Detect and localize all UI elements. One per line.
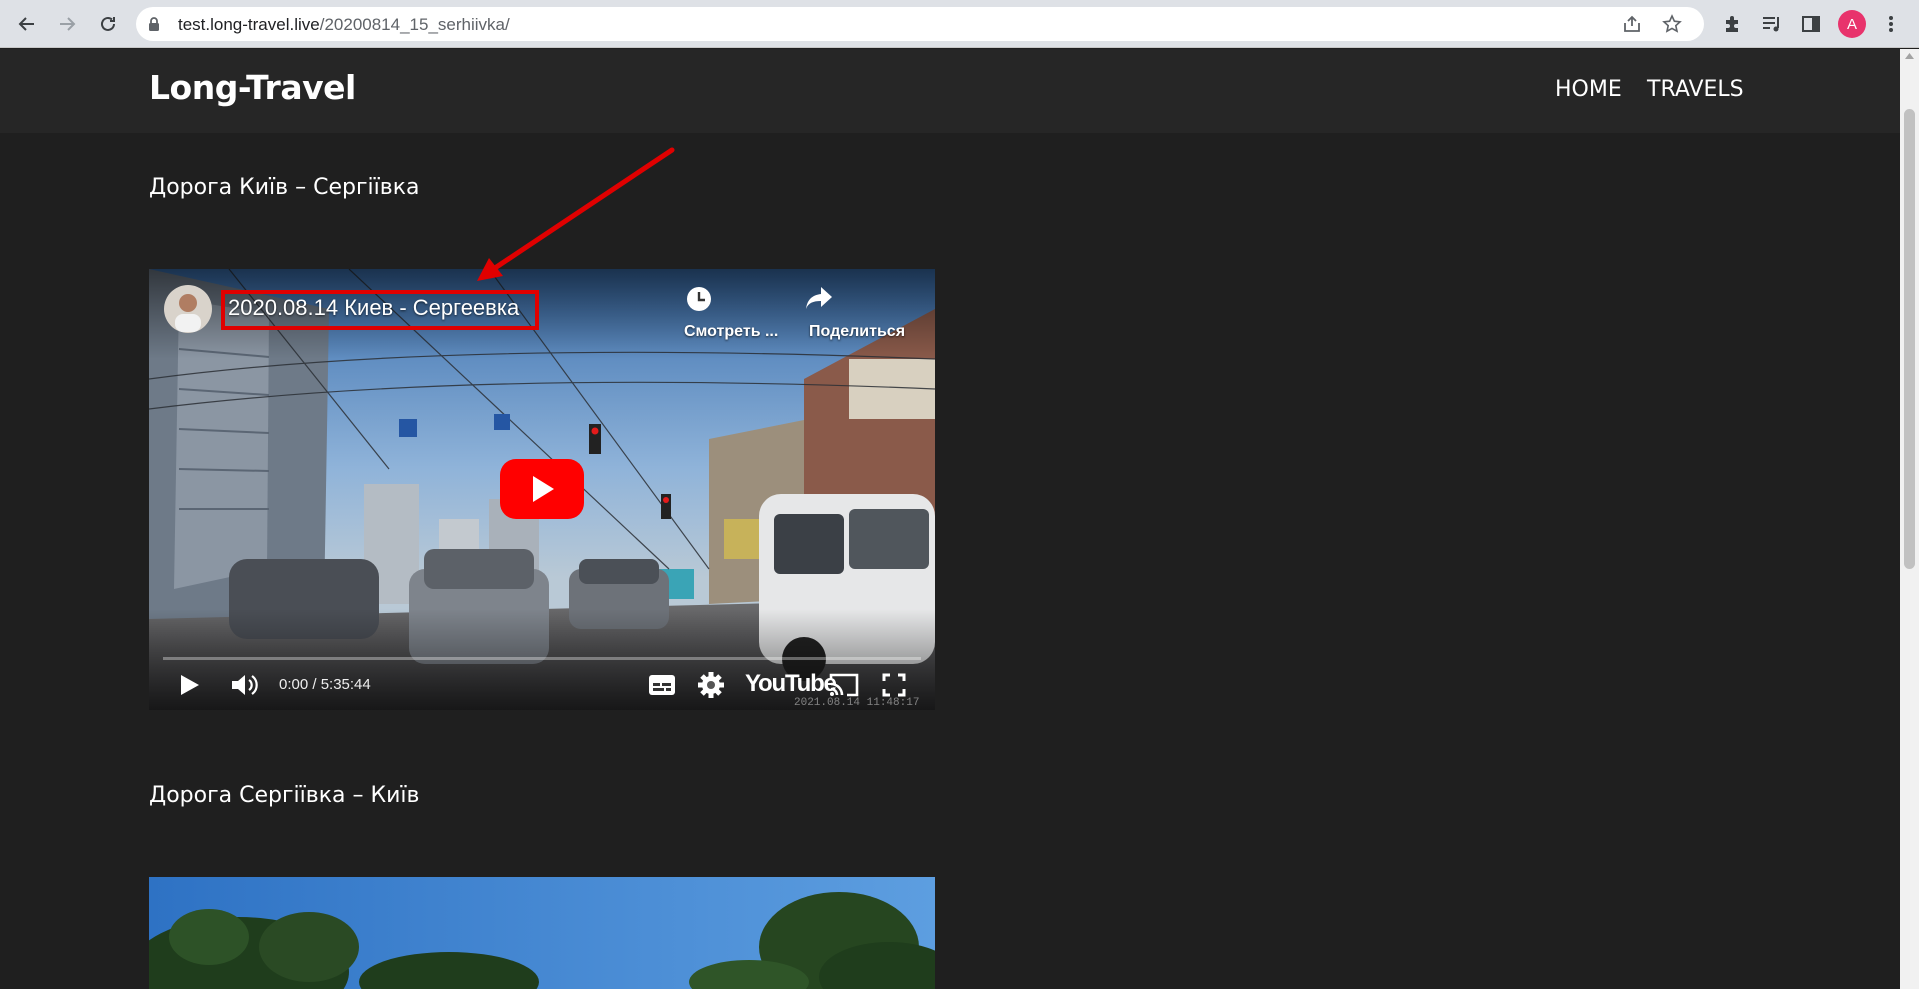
share-icon[interactable]: [804, 285, 834, 311]
site-title[interactable]: Long-Travel: [149, 68, 356, 107]
url-host: test.long-travel.live: [178, 15, 320, 34]
youtube-embed-2[interactable]: [149, 877, 935, 989]
nav-travels[interactable]: TRAVELS: [1647, 77, 1744, 102]
nav-home[interactable]: HOME: [1555, 77, 1622, 102]
bookmark-star-icon: [1662, 14, 1682, 33]
settings-gear-icon[interactable]: [697, 671, 725, 699]
side-panel-button[interactable]: [1797, 10, 1825, 38]
back-button[interactable]: [11, 8, 43, 40]
subtitles-icon[interactable]: [648, 674, 676, 696]
share-label[interactable]: Поделиться: [809, 323, 905, 341]
media-control-icon: [1763, 17, 1779, 32]
bookmark-button[interactable]: [1660, 13, 1684, 35]
url-text[interactable]: test.long-travel.live/20200814_15_serhii…: [178, 15, 510, 35]
clock-icon[interactable]: [685, 285, 713, 313]
scroll-thumb[interactable]: [1904, 109, 1915, 569]
section-title-1: Дорога Київ – Сергіївка: [149, 175, 420, 200]
reload-button[interactable]: [92, 8, 124, 40]
scroll-up-arrow-icon[interactable]: [1905, 53, 1914, 59]
media-control-button[interactable]: [1758, 10, 1786, 38]
share-page-icon: [1624, 15, 1640, 32]
side-panel-icon: [1802, 16, 1820, 32]
reload-icon: [101, 16, 115, 31]
menu-dots-icon: [1889, 16, 1893, 32]
youtube-logo[interactable]: YouTube: [745, 670, 837, 698]
youtube-embed-1[interactable]: 2020.08.14 Киев - Сергеевка Смотреть ...…: [149, 269, 935, 710]
extensions-icon: [1726, 16, 1738, 32]
page-scrollbar[interactable]: [1900, 49, 1919, 989]
dashcam-timestamp: 2021.08.14 11:48:17: [794, 697, 920, 709]
annotation-highlight-box: [221, 290, 539, 330]
play-icon[interactable]: [179, 673, 201, 697]
back-icon: [18, 17, 34, 31]
video-thumbnail-2: [149, 877, 935, 989]
volume-icon[interactable]: [230, 672, 260, 698]
watch-later-label[interactable]: Смотреть ...: [684, 323, 778, 341]
browser-menu-button[interactable]: [1877, 10, 1905, 38]
browser-toolbar: test.long-travel.live/20200814_15_serhii…: [0, 0, 1919, 48]
forward-icon: [60, 17, 76, 31]
site-header: Long-Travel HOME TRAVELS: [0, 49, 1900, 133]
lock-icon[interactable]: [148, 17, 160, 31]
forward-button[interactable]: [51, 8, 83, 40]
section-title-2: Дорога Сергіївка – Київ: [149, 783, 420, 808]
share-page-button[interactable]: [1620, 13, 1644, 35]
address-bar[interactable]: test.long-travel.live/20200814_15_serhii…: [136, 7, 1704, 41]
youtube-play-icon[interactable]: [500, 459, 584, 519]
fullscreen-icon[interactable]: [882, 673, 906, 697]
url-path: /20200814_15_serhiivka/: [319, 15, 510, 34]
cast-icon[interactable]: [828, 672, 860, 698]
extensions-button[interactable]: [1718, 10, 1746, 38]
profile-avatar[interactable]: A: [1838, 10, 1866, 38]
video-time: 0:00 / 5:35:44: [279, 676, 371, 693]
